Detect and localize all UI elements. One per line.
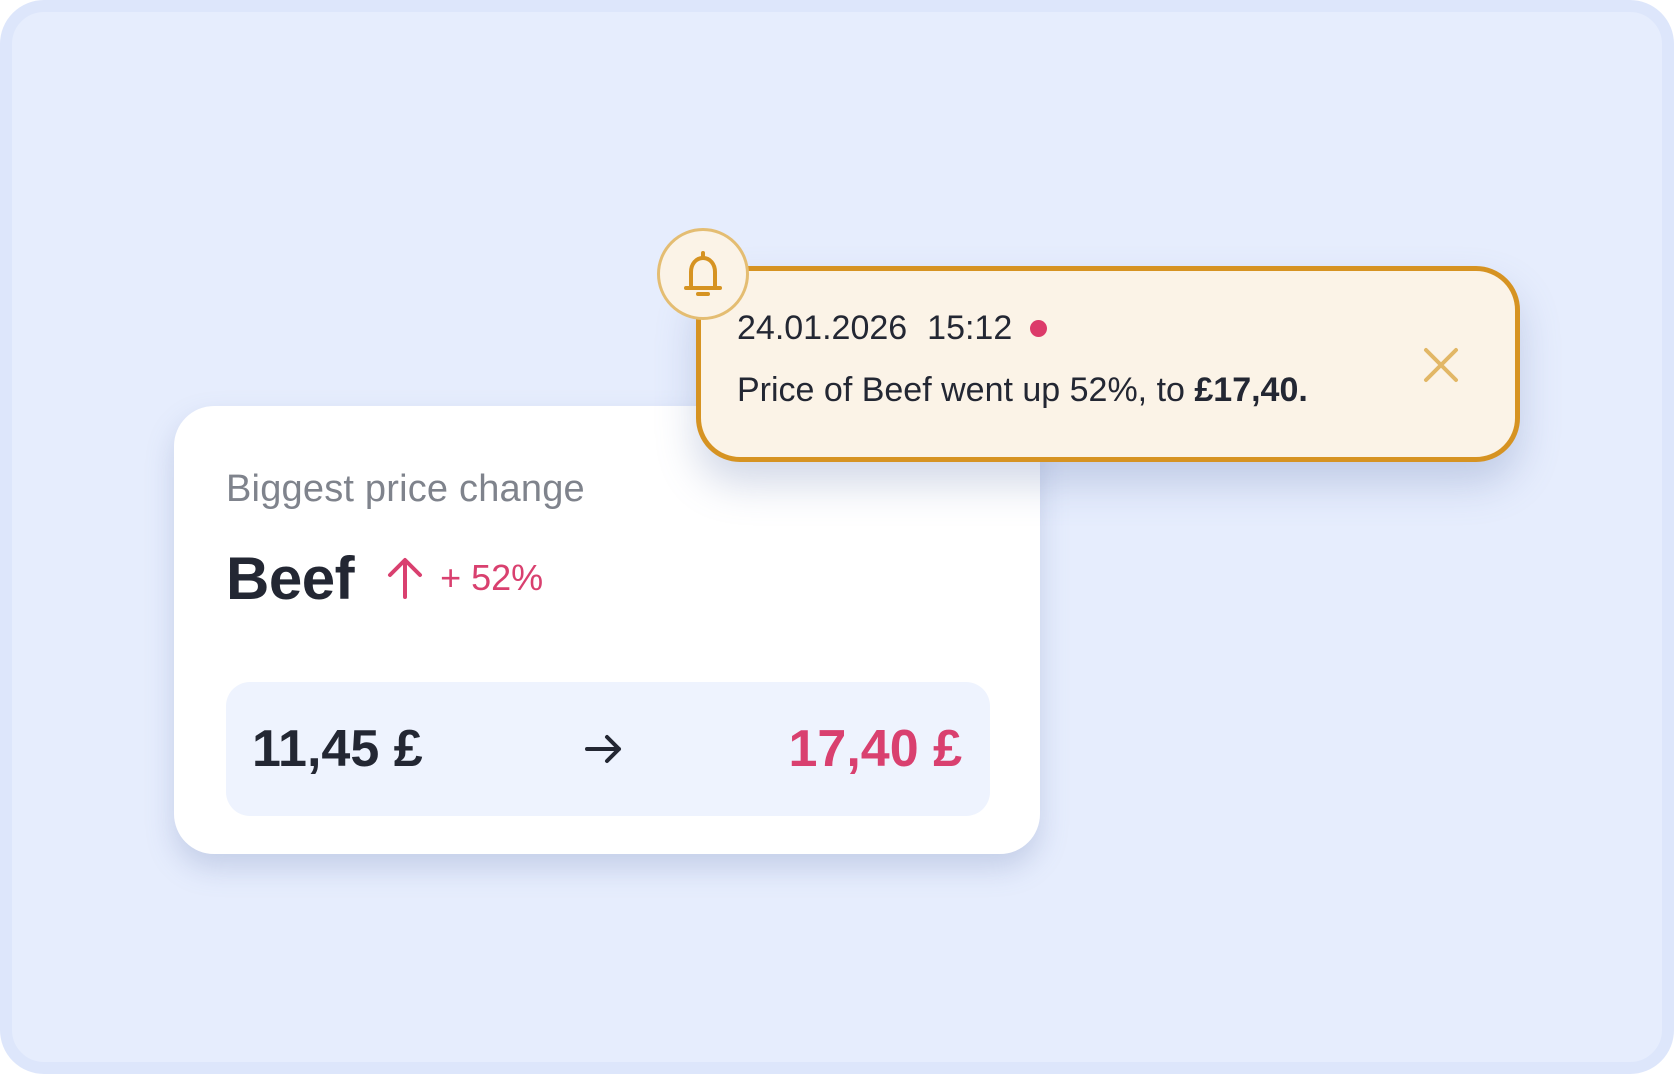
- product-row: Beef + 52%: [226, 538, 543, 618]
- notification-message: Price of Beef went up 52%, to £17,40.: [737, 371, 1308, 410]
- price-change-card: Biggest price change Beef + 52% 11,45 £ …: [174, 406, 1040, 854]
- unread-indicator: [1030, 320, 1048, 337]
- bell-icon: [657, 228, 749, 320]
- close-icon[interactable]: [1419, 343, 1463, 387]
- notification-time: 15:12: [927, 309, 1013, 347]
- change-percent: + 52%: [440, 557, 544, 598]
- notification-timestamp: 24.01.2026 15:12: [737, 309, 1048, 348]
- old-price: 11,45 £: [252, 720, 423, 778]
- price-notification[interactable]: 24.01.2026 15:12 Price of Beef went up 5…: [696, 266, 1520, 462]
- new-price: 17,40 £: [788, 720, 963, 778]
- price-comparison: 11,45 £ 17,40 £: [226, 682, 990, 816]
- app-frame: Biggest price change Beef + 52% 11,45 £ …: [0, 0, 1674, 1074]
- arrow-right-icon: [584, 732, 624, 766]
- arrow-up-icon: [384, 555, 426, 601]
- notification-date: 24.01.2026: [737, 309, 908, 347]
- card-title: Biggest price change: [226, 468, 585, 510]
- notification-message-amount: £17,40.: [1194, 371, 1308, 409]
- notification-message-text: Price of Beef went up 52%, to: [737, 371, 1195, 409]
- product-name: Beef: [226, 544, 355, 612]
